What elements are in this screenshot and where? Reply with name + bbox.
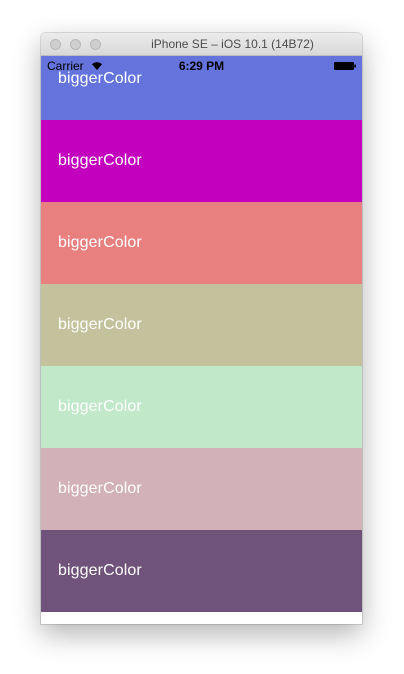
close-window-button[interactable]: [50, 39, 61, 50]
color-row[interactable]: biggerColor: [41, 120, 362, 202]
color-row[interactable]: biggerColor: [41, 448, 362, 530]
battery-icon: [334, 62, 356, 70]
color-list[interactable]: biggerColor biggerColor biggerColor bigg…: [41, 56, 362, 612]
row-label: biggerColor: [58, 316, 142, 333]
color-row[interactable]: biggerColor: [41, 202, 362, 284]
simulator-window: iPhone SE – iOS 10.1 (14B72) Carrier 6:2…: [41, 33, 362, 624]
row-label: biggerColor: [58, 152, 142, 169]
color-row[interactable]: biggerColor: [41, 530, 362, 612]
color-row[interactable]: biggerColor: [41, 366, 362, 448]
row-label: biggerColor: [58, 562, 142, 579]
minimize-window-button[interactable]: [70, 39, 81, 50]
row-label: biggerColor: [58, 234, 142, 251]
device-screen: Carrier 6:29 PM biggerColor biggerColor …: [41, 56, 362, 624]
color-row[interactable]: biggerColor: [41, 284, 362, 366]
row-label: biggerColor: [58, 398, 142, 415]
zoom-window-button[interactable]: [90, 39, 101, 50]
window-titlebar: iPhone SE – iOS 10.1 (14B72): [41, 33, 362, 56]
window-title: iPhone SE – iOS 10.1 (14B72): [151, 37, 314, 51]
row-label: biggerColor: [58, 480, 142, 497]
status-bar: Carrier 6:29 PM: [41, 56, 362, 76]
status-time: 6:29 PM: [178, 59, 225, 73]
